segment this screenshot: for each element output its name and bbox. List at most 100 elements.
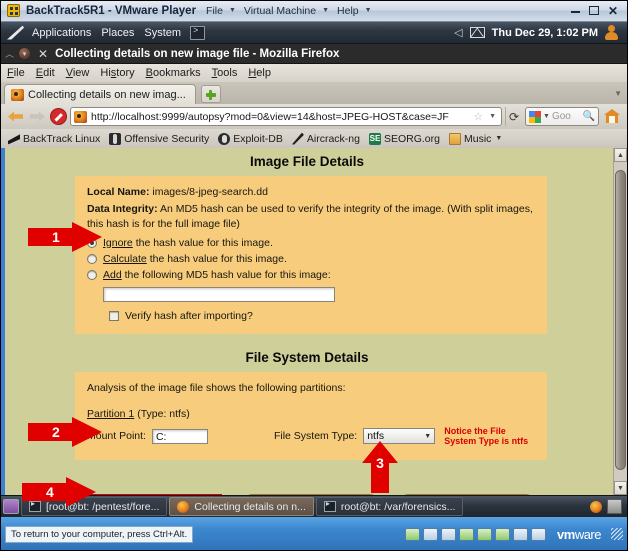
volume-icon[interactable]: ◁ [454, 26, 462, 39]
bookmark-aircrack-ng[interactable]: Aircrack-ng [289, 132, 363, 146]
radio-calculate[interactable] [87, 253, 97, 264]
bookmark-exploit-db[interactable]: Exploit-DB [215, 132, 286, 146]
scroll-up-button[interactable]: ▲ [614, 148, 627, 162]
scroll-down-button[interactable]: ▼ [614, 481, 627, 495]
vmware-window-title: BackTrack5R1 - VMware Player [26, 4, 197, 17]
vmware-brand-logo: vmware [557, 527, 601, 542]
menu-bookmarks[interactable]: Bookmarks [146, 67, 201, 79]
menu-history[interactable]: History [100, 67, 134, 79]
hash-option-calculate[interactable]: Calculate the hash value for this image. [87, 253, 535, 265]
usb-device-icon[interactable] [459, 527, 475, 541]
network-adapter-icon[interactable] [405, 527, 421, 541]
window-menu-icon[interactable]: ▾ [19, 48, 31, 59]
display-icon[interactable] [513, 527, 529, 541]
unity-mode-icon[interactable] [531, 527, 547, 541]
cd-drive-icon[interactable] [423, 527, 439, 541]
partition-row: Partition 1 (Type: ntfs) [87, 408, 535, 420]
bookmark-music-folder[interactable]: Music ▼ [446, 132, 505, 146]
close-icon[interactable]: ✕ [38, 48, 48, 60]
menu-tools[interactable]: Tools [212, 67, 238, 79]
data-integrity-label: Data Integrity: [87, 203, 158, 216]
vmware-menu-file[interactable]: File [205, 4, 224, 18]
taskbar-item-label: Collecting details on n... [194, 500, 306, 513]
vmware-menu-virtual-machine[interactable]: Virtual Machine [243, 4, 317, 18]
shade-icon[interactable]: ︿ [5, 47, 14, 60]
home-button[interactable] [602, 107, 622, 126]
menu-view[interactable]: View [66, 67, 90, 79]
taskbar-item-terminal-forensics[interactable]: root@bt: /var/forensics... [315, 497, 464, 516]
show-desktop-icon[interactable] [3, 499, 19, 514]
sound-device-icon[interactable] [495, 527, 511, 541]
search-input[interactable]: Goo [552, 111, 581, 122]
music-folder-icon [449, 132, 461, 145]
mount-point-input[interactable]: C: [151, 428, 208, 444]
taskbar-item-firefox[interactable]: Collecting details on n... [169, 497, 314, 516]
vmware-status-hint: To return to your computer, press Ctrl+A… [5, 525, 194, 543]
firefox-icon[interactable] [590, 500, 602, 513]
reload-button[interactable]: ⟳ [505, 107, 522, 126]
aircrack-icon [291, 132, 304, 145]
file-system-panel: Analysis of the image file shows the fol… [75, 371, 547, 461]
radio-add[interactable] [87, 269, 97, 280]
floppy-drive-icon[interactable] [441, 527, 457, 541]
printer-icon[interactable] [477, 527, 493, 541]
page-scrollbar[interactable]: ▲ ▼ [613, 148, 627, 495]
partition-type: (Type: ntfs) [137, 407, 190, 420]
stop-button[interactable] [50, 108, 67, 125]
arrow-head [66, 477, 96, 507]
menu-help[interactable]: Help [248, 67, 271, 79]
fs-type-notice: Notice the File System Type is ntfs [444, 426, 528, 447]
mail-icon[interactable] [469, 27, 485, 38]
verify-hash-row[interactable]: Verify hash after importing? [109, 310, 535, 322]
minimize-icon[interactable] [570, 11, 580, 13]
chevron-down-icon: ▼ [322, 7, 330, 14]
scrollbar-track[interactable] [614, 162, 627, 481]
address-bar[interactable]: http://localhost:9999/autopsy?mod=0&view… [70, 107, 502, 126]
notice-line-1: Notice the File [444, 425, 506, 436]
bookmark-label: Offensive Security [124, 132, 210, 145]
close-icon[interactable]: ✕ [608, 5, 618, 17]
vmware-menu-help[interactable]: Help [336, 4, 360, 18]
callout-arrow-4: 4 [22, 477, 96, 507]
terminal-icon[interactable] [190, 25, 206, 40]
scrollbar-thumb[interactable] [615, 170, 626, 470]
screenshot-root: BackTrack5R1 - VMware Player File ▼ Virt… [0, 0, 628, 551]
taskbar-tray [590, 499, 625, 514]
bookmark-label: SEORG.org [383, 132, 440, 145]
md5-hash-input[interactable] [103, 286, 335, 302]
resize-grip-icon[interactable] [611, 528, 623, 540]
menu-file[interactable]: File [7, 67, 25, 79]
fs-type-label: File System Type: [273, 430, 358, 442]
chevron-down-icon[interactable]: ▼ [487, 113, 498, 120]
seorg-icon: SE [368, 132, 381, 145]
url-text: http://localhost:9999/autopsy?mod=0&view… [91, 110, 449, 123]
firefox-chrome: File Edit View History Bookmarks Tools H… [0, 64, 628, 148]
hash-option-add[interactable]: Add the following MD5 hash value for thi… [87, 269, 535, 281]
bookmark-offensive-security[interactable]: Offensive Security [106, 132, 212, 146]
search-icon[interactable]: 🔍 [583, 111, 595, 122]
new-tab-button[interactable] [200, 85, 221, 103]
verify-hash-checkbox[interactable] [109, 310, 119, 321]
bookmark-backtrack-linux[interactable]: BackTrack Linux [5, 132, 103, 146]
menu-places[interactable]: Places [96, 25, 139, 41]
chevron-down-icon[interactable]: ▼ [543, 113, 550, 120]
trash-icon[interactable] [607, 499, 622, 514]
bookmark-star-icon[interactable]: ☆ [473, 110, 483, 123]
clock[interactable]: Thu Dec 29, 1:02 PM [492, 27, 598, 39]
forward-button[interactable] [28, 107, 47, 126]
firefox-icon [177, 500, 190, 513]
chevron-down-icon: ▼ [424, 432, 432, 440]
hash-option-ignore[interactable]: Ignore the hash value for this image. [87, 237, 535, 249]
back-button[interactable] [6, 107, 25, 126]
browser-tab[interactable]: Collecting details on new imag... [4, 84, 196, 104]
menu-edit[interactable]: Edit [36, 67, 55, 79]
search-box[interactable]: ▼ Goo 🔍 [525, 107, 599, 126]
data-integrity-row: Data Integrity: An MD5 hash can be used … [87, 202, 535, 232]
user-icon[interactable] [605, 25, 620, 40]
tab-list-chevron-down-icon[interactable]: ▼ [614, 89, 622, 98]
arrow-head [72, 417, 102, 447]
bookmark-seorg[interactable]: SE SEORG.org [366, 132, 443, 146]
maximize-icon[interactable] [588, 6, 599, 15]
menu-applications[interactable]: Applications [27, 25, 96, 41]
menu-system[interactable]: System [139, 25, 186, 41]
